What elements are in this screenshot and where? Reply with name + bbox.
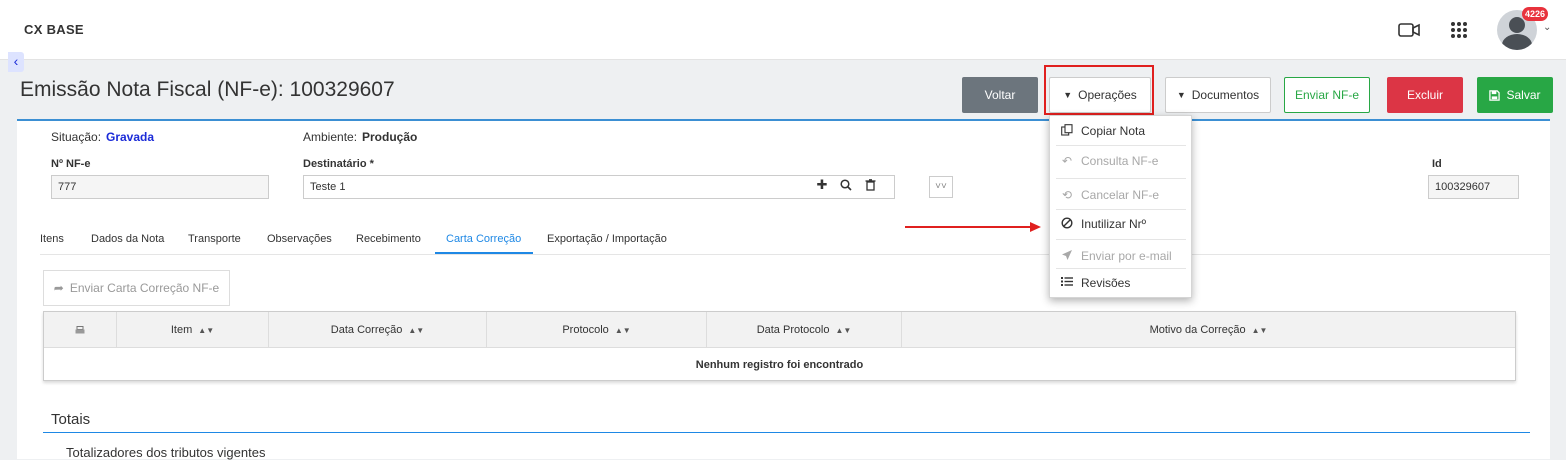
table-header: Item ▲▼ Data Correção ▲▼ Protocolo ▲▼ Data …	[44, 312, 1515, 348]
salvar-label: Salvar	[1506, 88, 1541, 102]
voltar-label: Voltar	[984, 88, 1016, 102]
menu-item-label: Inutilizar Nrº	[1081, 217, 1147, 231]
salvar-button[interactable]: Salvar	[1477, 77, 1553, 113]
sort-icon: ▲▼	[614, 325, 631, 335]
copy-icon	[1059, 123, 1075, 139]
main-panel	[17, 119, 1550, 459]
menu-item-label: Consulta NF-e	[1081, 154, 1159, 168]
menu-divider	[1056, 209, 1186, 210]
nf-label: Nº NF-e	[51, 158, 91, 170]
avatar-body	[1502, 34, 1532, 50]
tab-observacoes[interactable]: Observações	[267, 233, 332, 245]
column-header-data-correcao[interactable]: Data Correção ▲▼	[269, 312, 487, 348]
apps-grid-icon[interactable]	[1446, 18, 1472, 42]
destinatario-label: Destinatário *	[303, 158, 374, 170]
page-title: Emissão Nota Fiscal (NF-e): 100329607	[20, 78, 395, 101]
carta-correcao-table: Item ▲▼ Data Correção ▲▼ Protocolo ▲▼ Data …	[43, 311, 1516, 381]
back-arrow-icon[interactable]: ‹	[8, 52, 24, 72]
operacoes-label: Operações	[1078, 88, 1137, 102]
id-field[interactable]: 100329607	[1428, 175, 1519, 199]
video-camera-icon[interactable]	[1396, 18, 1422, 42]
notification-badge[interactable]: 4226	[1522, 7, 1549, 21]
active-tab-indicator	[435, 252, 533, 254]
nf-field[interactable]: 777	[51, 175, 269, 199]
column-header-protocolo[interactable]: Protocolo ▲▼	[487, 312, 707, 348]
tab-dados-da-nota[interactable]: Dados da Nota	[91, 233, 164, 245]
documentos-label: Documentos	[1191, 88, 1260, 102]
menu-item-consulta-nfe[interactable]: ↶ Consulta NF-e	[1050, 149, 1191, 173]
sort-icon: ▲▼	[408, 325, 425, 335]
print-icon[interactable]	[44, 312, 117, 348]
menu-divider	[1056, 239, 1186, 240]
totais-title: Totais	[51, 411, 91, 428]
brand-logo[interactable]: CX BASE	[24, 22, 84, 37]
operacoes-button[interactable]: ▼ Operações	[1049, 77, 1151, 113]
tab-transporte[interactable]: Transporte	[188, 233, 241, 245]
situacao-value: Gravada	[106, 130, 155, 144]
enviar-carta-correcao-label: Enviar Carta Correção NF-e	[69, 281, 220, 295]
column-header-item[interactable]: Item ▲▼	[117, 312, 269, 348]
column-label: Protocolo	[562, 324, 609, 336]
menu-item-label: Revisões	[1081, 276, 1131, 290]
trash-icon[interactable]	[858, 174, 882, 196]
column-header-data-protocolo[interactable]: Data Protocolo ▲▼	[707, 312, 902, 348]
reply-icon: ↶	[1061, 154, 1073, 168]
destinatario-field[interactable]: Teste 1	[303, 175, 895, 199]
menu-item-copiar-nota[interactable]: Copiar Nota	[1050, 119, 1191, 143]
top-bar: CX BASE 4226 ⌄	[0, 0, 1566, 60]
chevron-down-icon: ▼	[1176, 90, 1186, 100]
sort-icon: ▲▼	[1251, 325, 1268, 335]
voltar-button[interactable]: Voltar	[962, 77, 1038, 113]
excluir-button[interactable]: Excluir	[1387, 77, 1463, 113]
menu-item-inutilizar-nr[interactable]: Inutilizar Nrº	[1050, 212, 1191, 236]
save-icon	[1489, 89, 1501, 101]
add-icon[interactable]: ✚	[810, 174, 834, 196]
tabs-divider	[40, 254, 1550, 255]
enviar-carta-correcao-button[interactable]: ➦ Enviar Carta Correção NF-e	[43, 270, 230, 306]
tab-itens[interactable]: Itens	[40, 233, 64, 245]
menu-divider	[1056, 268, 1186, 269]
annotation-arrow-head	[1030, 222, 1041, 232]
tab-recebimento[interactable]: Recebimento	[356, 233, 421, 245]
column-header-motivo-da-correcao[interactable]: Motivo da Correção ▲▼	[902, 312, 1515, 348]
enviar-nfe-button[interactable]: Enviar NF-e	[1284, 77, 1370, 113]
column-label: Motivo da Correção	[1149, 324, 1246, 336]
documentos-button[interactable]: ▼ Documentos	[1165, 77, 1271, 113]
search-icon[interactable]	[834, 174, 858, 196]
column-label: Data Correção	[330, 324, 403, 336]
avatar-head	[1509, 17, 1525, 33]
operacoes-dropdown-menu: Copiar Nota ↶ Consulta NF-e ⟲ Cancelar NF-…	[1049, 115, 1192, 298]
menu-item-label: Cancelar NF-e	[1081, 188, 1160, 202]
empty-table-message: Nenhum registro foi encontrado	[695, 358, 864, 371]
menu-divider	[1056, 145, 1186, 146]
chevron-down-icon: ▼	[1063, 90, 1073, 100]
menu-item-revisoes[interactable]: Revisões	[1050, 271, 1191, 295]
sort-icon: ▲▼	[198, 325, 215, 335]
enviar-nfe-label: Enviar NF-e	[1294, 88, 1359, 102]
share-icon: ➦	[53, 281, 64, 295]
column-label: Item	[170, 324, 193, 336]
menu-divider	[1056, 178, 1186, 179]
expand-icon[interactable]: ˅˅	[929, 176, 953, 198]
column-label: Data Protocolo	[756, 324, 830, 336]
list-icon	[1059, 276, 1075, 290]
ambiente-label: Ambiente:	[303, 130, 358, 144]
tab-carta-correcao[interactable]: Carta Correção	[446, 233, 521, 245]
situacao-label: Situação:	[51, 130, 102, 144]
annotation-arrow-line	[905, 226, 1033, 228]
menu-item-label: Enviar por e-mail	[1081, 249, 1172, 263]
menu-item-cancelar-nfe[interactable]: ⟲ Cancelar NF-e	[1050, 183, 1191, 207]
menu-item-enviar-por-email[interactable]: Enviar por e-mail	[1050, 244, 1191, 268]
sort-icon: ▲▼	[835, 325, 852, 335]
id-label: Id	[1432, 158, 1442, 170]
excluir-label: Excluir	[1406, 88, 1443, 102]
tab-exportacao-importacao[interactable]: Exportação / Importação	[547, 233, 667, 245]
refresh-icon: ⟲	[1061, 188, 1073, 202]
menu-item-label: Copiar Nota	[1081, 124, 1146, 138]
chevron-down-icon[interactable]: ⌄	[1543, 22, 1551, 33]
totais-divider	[43, 432, 1530, 433]
ambiente-value: Produção	[362, 130, 418, 144]
ban-icon	[1059, 216, 1075, 232]
send-icon	[1059, 249, 1075, 264]
